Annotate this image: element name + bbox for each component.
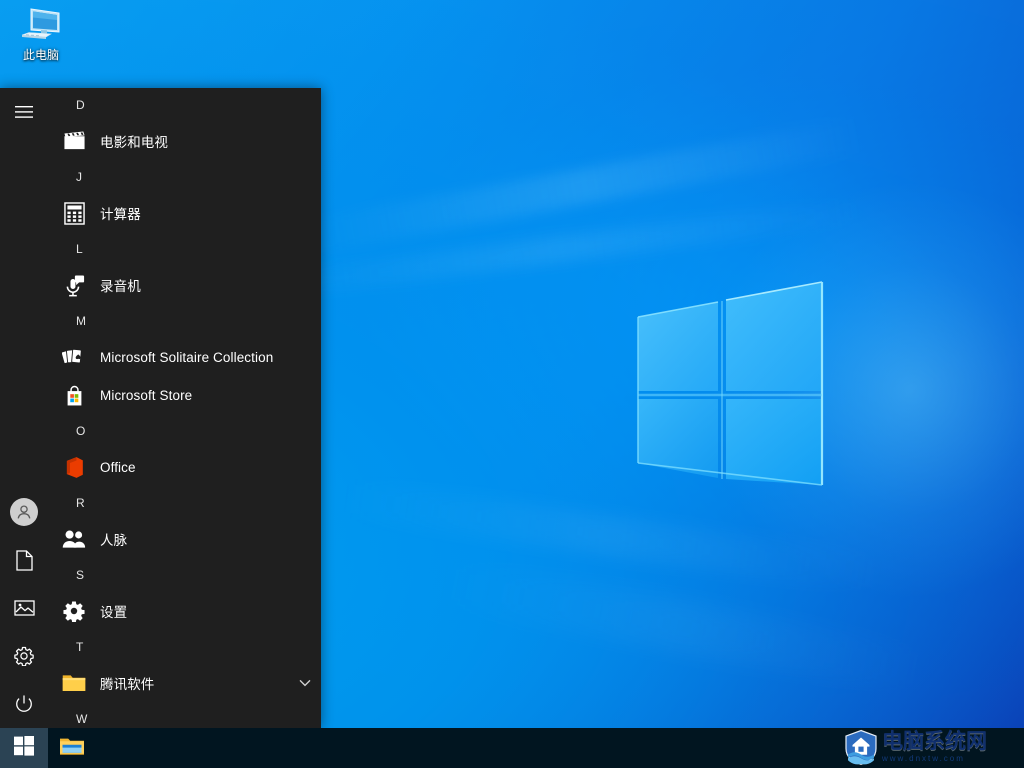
solitaire-icon [62,345,86,369]
app-group-header-O[interactable]: O [48,414,321,448]
desktop-icon-label: 此电脑 [22,48,59,62]
user-avatar-icon [10,498,38,526]
show-hidden-icons-button[interactable] [842,728,872,768]
app-group-header-M[interactable]: M [48,304,321,338]
power-icon [14,694,34,714]
app-list-item[interactable]: Microsoft Solitaire Collection [48,338,321,376]
people-icon [62,527,86,551]
app-group-header-S[interactable]: S [48,558,321,592]
windows-hero-logo [600,270,860,500]
app-list-item[interactable]: 录音机 [48,266,321,304]
chevron-down-icon[interactable] [297,675,313,691]
document-icon [15,549,33,571]
app-group-header-T[interactable]: T [48,630,321,664]
app-list-item[interactable]: 腾讯软件 [48,664,321,702]
app-list-item[interactable]: Office [48,448,321,486]
hamburger-menu-button[interactable] [0,88,48,136]
app-list-item-label: 腾讯软件 [100,677,155,692]
app-list-item-label: 设置 [100,605,128,620]
microsoft-store-icon [62,383,86,407]
app-list-item-label: 人脉 [100,533,128,548]
app-group-header-J[interactable]: J [48,160,321,194]
app-list-item[interactable]: Microsoft Store [48,376,321,414]
app-list-item-label: 电影和电视 [100,135,168,150]
power-button[interactable] [0,680,48,728]
app-list-item-label: 计算器 [100,207,141,222]
user-account-button[interactable] [0,488,48,536]
desktop-icon-this-pc[interactable]: 此电脑 [6,6,76,62]
app-list-item[interactable]: 人脉 [48,520,321,558]
app-group-header-W[interactable]: W [48,702,321,728]
app-list-item[interactable]: 计算器 [48,194,321,232]
voice-recorder-icon [62,273,86,297]
app-list-item-label: Office [100,459,136,475]
wallpaper-light-ray [423,553,945,700]
system-tray [842,728,1024,768]
folder-icon [62,671,86,695]
start-menu-rail [0,88,48,728]
app-list-item-label: Microsoft Solitaire Collection [100,349,274,365]
app-list-item-label: 录音机 [100,279,141,294]
movies-tv-icon [62,129,86,153]
picture-icon [13,599,35,617]
file-explorer-icon [59,735,85,762]
start-button[interactable] [0,728,48,768]
start-menu[interactable]: D 电影和电视 J 计算器 L 录音机 M Microsoft Solitair… [0,88,321,728]
start-menu-app-list[interactable]: D 电影和电视 J 计算器 L 录音机 M Microsoft Solitair… [48,88,321,728]
documents-button[interactable] [0,536,48,584]
app-list-item[interactable]: 电影和电视 [48,122,321,160]
app-list-item[interactable]: 设置 [48,592,321,630]
app-list-item-label: Microsoft Store [100,387,193,403]
gear-icon [14,646,34,666]
app-group-header-L[interactable]: L [48,232,321,266]
chevron-up-icon [850,739,864,757]
gear-icon [62,599,86,623]
windows-logo-icon [14,735,34,761]
taskbar [0,728,1024,768]
office-icon [62,455,86,479]
hamburger-icon [15,105,33,119]
this-pc-icon [17,6,65,46]
calculator-icon [62,201,86,225]
app-group-header-D[interactable]: D [48,88,321,122]
settings-button[interactable] [0,632,48,680]
pictures-button[interactable] [0,584,48,632]
wallpaper-light-ray [306,118,864,254]
taskbar-item-file-explorer[interactable] [48,728,96,768]
app-group-header-R[interactable]: R [48,486,321,520]
